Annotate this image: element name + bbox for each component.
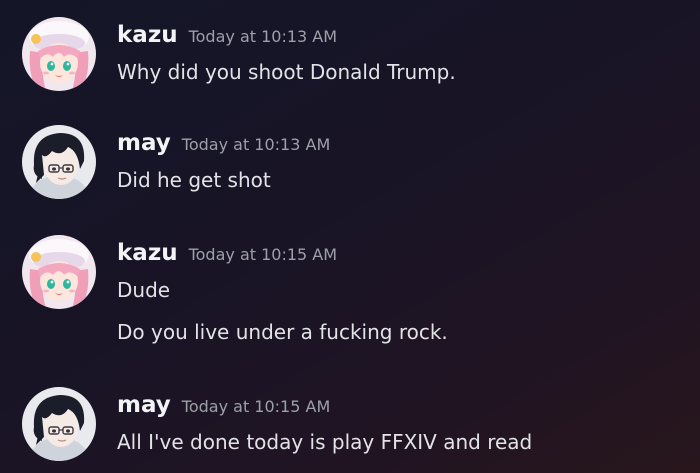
- dark-haired-boy-with-glasses-avatar-icon: [22, 387, 96, 461]
- timestamp[interactable]: Today at 10:15 AM: [189, 245, 337, 264]
- message-text: Dude: [117, 278, 171, 302]
- message-group: kazu Today at 10:15 AM Dude Do you live u…: [0, 235, 700, 355]
- message-header: may Today at 10:15 AM: [117, 392, 330, 422]
- timestamp[interactable]: Today at 10:13 AM: [182, 135, 330, 154]
- message-header: may Today at 10:13 AM: [117, 130, 330, 160]
- username[interactable]: kazu: [117, 22, 178, 48]
- pink-haired-girl-avatar-icon: [22, 235, 96, 309]
- message-text: Do you live under a fucking rock.: [117, 320, 448, 344]
- pink-haired-girl-avatar-icon: [22, 17, 96, 91]
- avatar[interactable]: [22, 387, 96, 461]
- chat-message-list: kazu Today at 10:13 AM Why did you shoot …: [0, 0, 700, 473]
- username[interactable]: kazu: [117, 240, 178, 266]
- message-text: Did he get shot: [117, 168, 271, 192]
- timestamp[interactable]: Today at 10:13 AM: [189, 27, 337, 46]
- avatar[interactable]: [22, 17, 96, 91]
- avatar[interactable]: [22, 235, 96, 309]
- message-text: All I've done today is play FFXIV and re…: [117, 430, 533, 454]
- username[interactable]: may: [117, 392, 171, 418]
- message-header: kazu Today at 10:15 AM: [117, 240, 337, 270]
- message-text: Why did you shoot Donald Trump.: [117, 60, 456, 84]
- message-group: kazu Today at 10:13 AM Why did you shoot …: [0, 17, 700, 97]
- dark-haired-boy-with-glasses-avatar-icon: [22, 125, 96, 199]
- username[interactable]: may: [117, 130, 171, 156]
- message-header: kazu Today at 10:13 AM: [117, 22, 337, 52]
- message-group: may Today at 10:13 AM Did he get shot: [0, 125, 700, 205]
- message-group: may Today at 10:15 AM All I've done today…: [0, 387, 700, 467]
- avatar[interactable]: [22, 125, 96, 199]
- timestamp[interactable]: Today at 10:15 AM: [182, 397, 330, 416]
